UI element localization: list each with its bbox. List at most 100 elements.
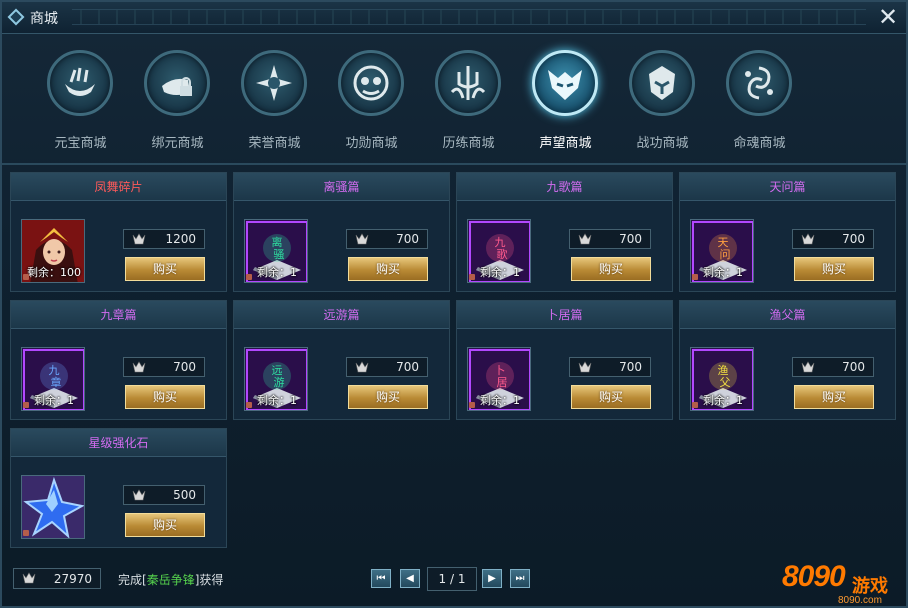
tab-label: 声望商城: [539, 136, 592, 151]
item-name: 凤舞碎片: [11, 173, 226, 201]
item-price: 700: [569, 229, 651, 249]
shop-window: 商城 ✕ 元宝商城 绑元商城 荣誉商城 功勋商城 历练商城 声望商城 战功商城 命魂商城 凤舞…: [0, 0, 908, 608]
bound-lock-icon: [246, 402, 252, 408]
item-thumbnail[interactable]: 九歌剩余：1: [467, 219, 531, 283]
tab-6[interactable]: 声望商城: [517, 50, 614, 154]
item-stock: 剩余：1: [703, 394, 743, 407]
price-value: 700: [619, 360, 642, 374]
logo-site: 8090.com: [838, 595, 882, 606]
item-price: 700: [792, 229, 874, 249]
diamond-icon: [7, 8, 25, 26]
reputation-icon: [132, 361, 146, 373]
bound-lock-icon: [23, 530, 29, 536]
tab-icon-ring: [629, 50, 695, 116]
svg-text:父: 父: [720, 376, 731, 389]
buy-button[interactable]: 购买: [348, 385, 428, 409]
window-title: 商城: [30, 11, 58, 27]
item-thumbnail[interactable]: 卜居剩余：1: [467, 347, 531, 411]
tab-icon-ring: [532, 50, 598, 116]
bound-lock-icon: [692, 274, 698, 280]
buy-button[interactable]: 购买: [571, 385, 651, 409]
tab-7[interactable]: 战功商城: [614, 50, 711, 154]
tab-icon-ring: [144, 50, 210, 116]
tab-divider: [2, 163, 906, 165]
item-thumbnail[interactable]: [21, 475, 85, 539]
svg-text:居: 居: [497, 376, 508, 389]
item-name: 远游篇: [234, 301, 449, 329]
tab-label: 绑元商城: [151, 136, 204, 151]
bound-lock-icon: [246, 274, 252, 280]
prev-page-button[interactable]: ◀: [400, 569, 420, 588]
item-name: 星级强化石: [11, 429, 226, 457]
item-stock: 剩余：1: [257, 394, 297, 407]
next-page-button[interactable]: ▶: [482, 569, 502, 588]
demon-mask-icon: [548, 70, 582, 100]
buy-button[interactable]: 购买: [794, 257, 874, 281]
tab-label: 荣誉商城: [248, 136, 301, 151]
item-thumbnail[interactable]: 渔父剩余：1: [690, 347, 754, 411]
buy-button[interactable]: 购买: [348, 257, 428, 281]
title-bar: 商城 ✕: [2, 2, 906, 34]
tab-5[interactable]: 历练商城: [420, 50, 517, 154]
item-card: 远游篇远游剩余：1 700 购买: [233, 300, 450, 420]
tab-label: 元宝商城: [54, 136, 107, 151]
site-watermark-logo: 8090 游戏 8090.com: [782, 550, 906, 608]
item-name: 卜居篇: [457, 301, 672, 329]
price-value: 700: [842, 232, 865, 246]
tab-4[interactable]: 功勋商城: [323, 50, 420, 154]
item-name: 渔父篇: [680, 301, 895, 329]
item-name: 天问篇: [680, 173, 895, 201]
last-page-button[interactable]: ⏭: [510, 569, 530, 588]
shop-tabs: 元宝商城 绑元商城 荣誉商城 功勋商城 历练商城 声望商城 战功商城 命魂商城: [32, 50, 812, 154]
buy-button[interactable]: 购买: [125, 385, 205, 409]
item-name: 九章篇: [11, 301, 226, 329]
star-badge-icon: [256, 65, 292, 101]
buy-button[interactable]: 购买: [794, 385, 874, 409]
svg-text:骚: 骚: [274, 248, 285, 261]
tab-icon-ring: [435, 50, 501, 116]
tab-icon-ring: [338, 50, 404, 116]
item-card: 天问篇天问剩余：1 700 购买: [679, 172, 896, 292]
item-card: 卜居篇卜居剩余：1 700 购买: [456, 300, 673, 420]
first-page-button[interactable]: ⏮: [371, 569, 391, 588]
item-thumbnail[interactable]: 天问剩余：1: [690, 219, 754, 283]
item-card: 九歌篇九歌剩余：1 700 购买: [456, 172, 673, 292]
item-card: 星级强化石 500 购买: [10, 428, 227, 548]
tip-activity-link[interactable]: 秦岳争锋: [147, 573, 195, 587]
item-stock: 剩余：1: [257, 266, 297, 279]
tab-2[interactable]: 绑元商城: [129, 50, 226, 154]
price-value: 500: [173, 488, 196, 502]
tab-icon-ring: [726, 50, 792, 116]
tab-1[interactable]: 元宝商城: [32, 50, 129, 154]
tab-label: 战功商城: [636, 136, 689, 151]
reputation-icon: [22, 572, 36, 584]
tab-3[interactable]: 荣誉商城: [226, 50, 323, 154]
item-thumbnail[interactable]: 九章剩余：1: [21, 347, 85, 411]
item-thumbnail[interactable]: 离骚剩余：1: [244, 219, 308, 283]
reputation-icon: [132, 489, 146, 501]
bound-lock-icon: [692, 402, 698, 408]
tab-icon-ring: [47, 50, 113, 116]
item-thumbnail[interactable]: 远游剩余：1: [244, 347, 308, 411]
tip-suffix: ]获得: [194, 573, 224, 587]
tab-8[interactable]: 命魂商城: [711, 50, 808, 154]
price-value: 1200: [165, 232, 196, 246]
item-stock: 剩余：1: [703, 266, 743, 279]
reputation-icon: [132, 233, 146, 245]
item-price: 500: [123, 485, 205, 505]
item-stock: 剩余：100: [27, 266, 81, 279]
buy-button[interactable]: 购买: [125, 257, 205, 281]
reputation-icon: [355, 361, 369, 373]
buy-button[interactable]: 购买: [571, 257, 651, 281]
close-button[interactable]: ✕: [876, 5, 900, 30]
logo-number: 8090: [782, 560, 846, 593]
trident-icon: [450, 66, 486, 100]
price-value: 700: [173, 360, 196, 374]
reputation-icon: [355, 233, 369, 245]
item-name: 九歌篇: [457, 173, 672, 201]
currency-balance: 27970: [13, 568, 101, 589]
reputation-icon: [801, 361, 815, 373]
buy-button[interactable]: 购买: [125, 513, 205, 537]
item-thumbnail[interactable]: 剩余：100: [21, 219, 85, 283]
reputation-icon: [578, 361, 592, 373]
